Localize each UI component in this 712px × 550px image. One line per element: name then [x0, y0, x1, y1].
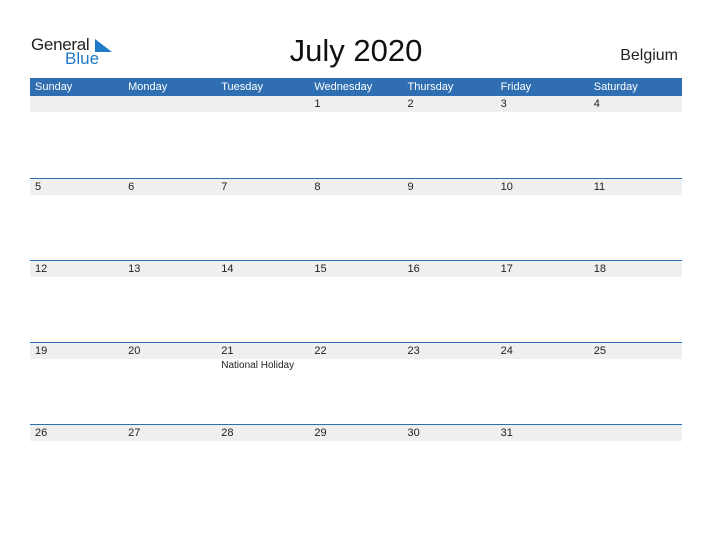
day-number: 15 — [314, 263, 327, 275]
day-number: 18 — [593, 263, 606, 275]
day-number: 10 — [500, 181, 513, 193]
day-number — [216, 96, 309, 112]
holiday-label — [496, 277, 589, 278]
week-row: 12 13 14 15 16 17 18 — [30, 260, 682, 342]
holiday-label — [589, 277, 682, 278]
holiday-label — [30, 195, 123, 196]
date-strip: 12 13 14 15 16 17 18 — [30, 261, 682, 277]
holiday-label — [403, 441, 496, 442]
day-number: 14 — [221, 263, 234, 275]
day-number: 23 — [407, 345, 420, 357]
holiday-label — [30, 441, 123, 442]
holiday-label — [589, 359, 682, 371]
holiday-label — [496, 441, 589, 442]
events-row: National Holiday — [30, 359, 682, 371]
holiday-label: National Holiday — [221, 360, 295, 371]
day-number — [123, 96, 216, 112]
day-number: 9 — [407, 181, 414, 193]
holiday-label — [30, 277, 123, 278]
events-row — [30, 277, 682, 278]
day-number: 4 — [593, 98, 600, 110]
holiday-label — [123, 112, 216, 113]
holiday-label — [309, 112, 402, 113]
day-number: 2 — [407, 98, 414, 110]
day-number: 3 — [500, 98, 507, 110]
day-number: 6 — [128, 181, 135, 193]
day-number: 1 — [314, 98, 321, 110]
day-number: 16 — [407, 263, 420, 275]
events-row — [30, 441, 682, 442]
day-number: 8 — [314, 181, 321, 193]
holiday-label — [496, 359, 589, 371]
day-number: 30 — [407, 427, 420, 439]
day-number: 12 — [35, 263, 48, 275]
holiday-label — [216, 441, 309, 442]
holiday-label — [309, 441, 402, 442]
holiday-label — [216, 277, 309, 278]
holiday-label — [123, 359, 216, 371]
weekday-friday: Friday — [500, 81, 532, 93]
holiday-label — [30, 359, 123, 371]
holiday-label — [216, 195, 309, 196]
holiday-label — [496, 195, 589, 196]
holiday-label — [309, 359, 402, 371]
day-number: 26 — [35, 427, 48, 439]
events-row — [30, 195, 682, 196]
day-number: 19 — [35, 345, 48, 357]
holiday-label — [403, 277, 496, 278]
holiday-label — [216, 112, 309, 113]
weekday-monday: Monday — [128, 81, 168, 93]
holiday-label — [123, 277, 216, 278]
date-strip: 1 2 3 4 — [30, 96, 682, 112]
date-strip: 26 27 28 29 30 31 — [30, 425, 682, 441]
week-row: 5 6 7 8 9 10 11 — [30, 178, 682, 260]
day-number: 21 — [221, 345, 234, 357]
holiday-label — [30, 112, 123, 113]
holiday-label — [403, 112, 496, 113]
day-number: 22 — [314, 345, 327, 357]
holiday-label — [403, 359, 496, 371]
day-number: 20 — [128, 345, 141, 357]
events-row — [30, 112, 682, 113]
week-row: 26 27 28 29 30 31 — [30, 424, 682, 506]
holiday-label — [589, 112, 682, 113]
day-number: 17 — [500, 263, 513, 275]
holiday-label — [589, 441, 682, 442]
day-number — [30, 96, 123, 112]
country-label: Belgium — [620, 47, 678, 64]
date-strip: 19 20 21 22 23 24 25 — [30, 343, 682, 359]
holiday-label — [496, 112, 589, 113]
week-row: 19 20 21 22 23 24 25 National Holiday — [30, 342, 682, 424]
day-number: 5 — [35, 181, 42, 193]
holiday-label — [123, 441, 216, 442]
day-number: 27 — [128, 427, 141, 439]
date-strip: 5 6 7 8 9 10 11 — [30, 179, 682, 195]
holiday-label — [403, 195, 496, 196]
day-number: 7 — [221, 181, 228, 193]
holiday-label — [589, 195, 682, 196]
calendar-grid: Sunday Monday Tuesday Wednesday Thursday… — [30, 78, 682, 506]
week-row: 1 2 3 4 — [30, 96, 682, 178]
holiday-label — [309, 277, 402, 278]
day-number: 25 — [593, 345, 606, 357]
weekday-thursday: Thursday — [407, 81, 454, 93]
weekday-wednesday: Wednesday — [314, 81, 373, 93]
day-number: 28 — [221, 427, 234, 439]
day-number: 29 — [314, 427, 327, 439]
day-number: 13 — [128, 263, 141, 275]
weekday-tuesday: Tuesday — [221, 81, 264, 93]
day-number: 31 — [500, 427, 513, 439]
holiday-label — [123, 195, 216, 196]
weekday-saturday: Saturday — [593, 81, 638, 93]
weekday-sunday: Sunday — [35, 81, 73, 93]
calendar-title: July 2020 — [289, 33, 423, 68]
day-number: 11 — [593, 181, 606, 193]
day-number: 24 — [500, 345, 513, 357]
day-number — [589, 425, 682, 441]
weekday-header: Sunday Monday Tuesday Wednesday Thursday… — [30, 78, 682, 96]
holiday-label — [309, 195, 402, 196]
